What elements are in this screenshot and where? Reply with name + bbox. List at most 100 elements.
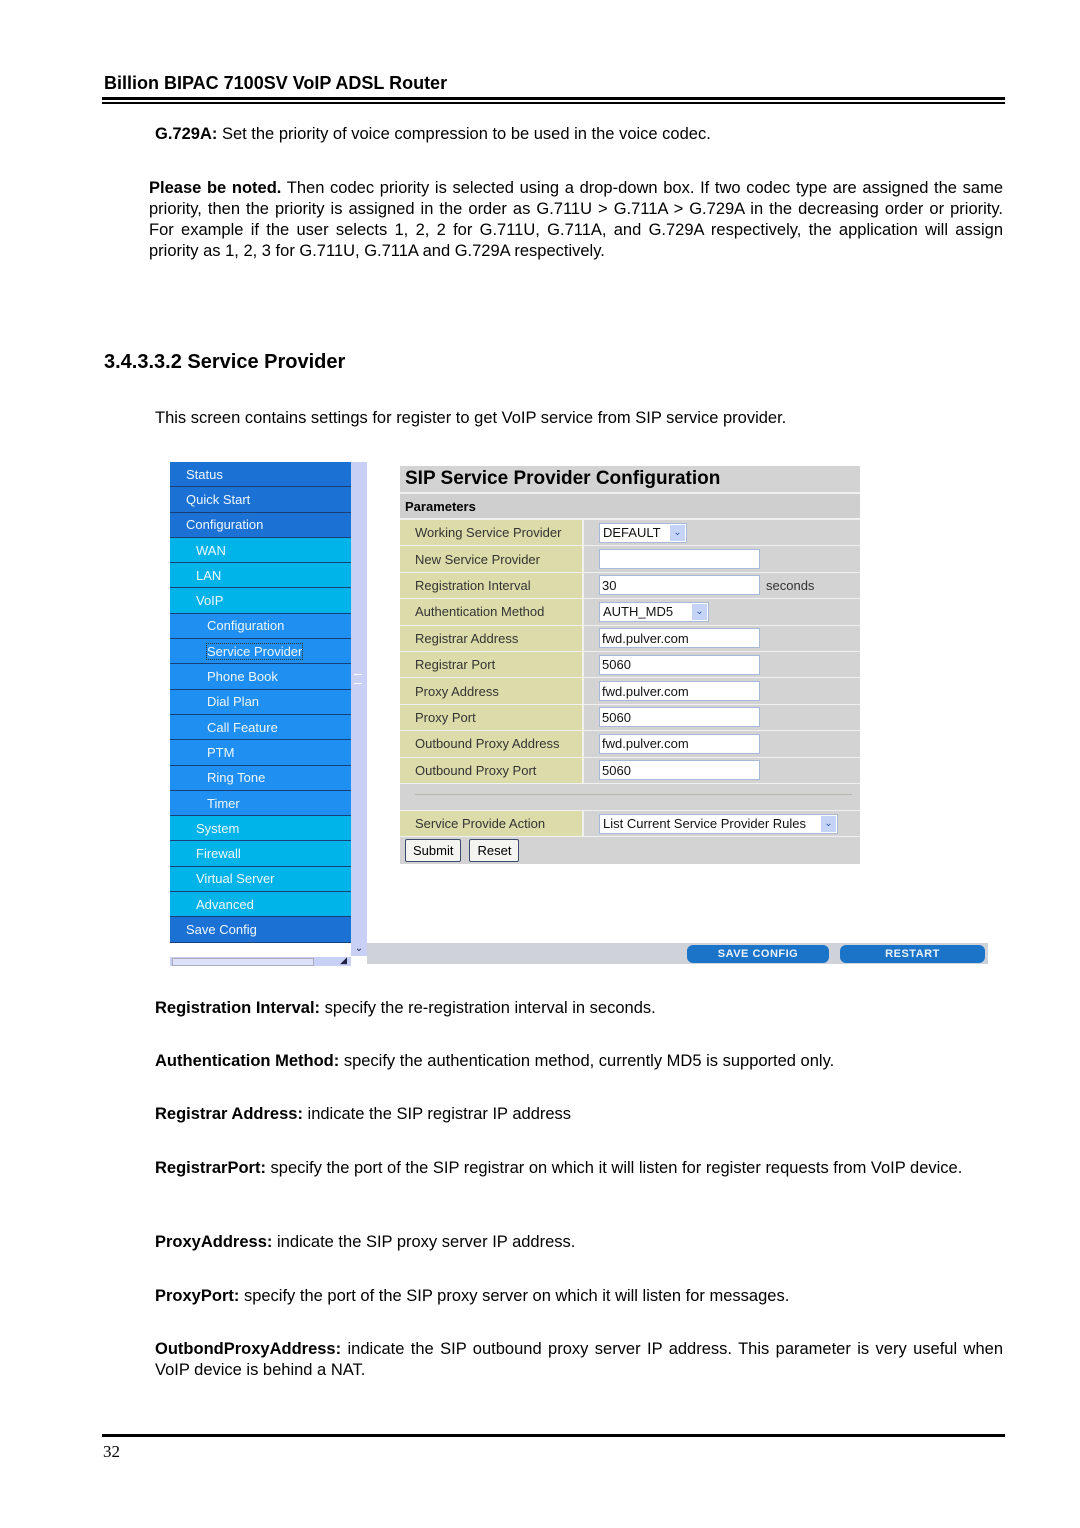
- sidebar-item-call-feature[interactable]: Call Feature: [170, 714, 351, 741]
- sidebar-item-ring-tone[interactable]: Ring Tone: [170, 765, 351, 791]
- term: G.729A:: [155, 125, 218, 143]
- term: Registration Interval:: [155, 999, 321, 1017]
- row-proxy-port: Proxy Port 5060: [400, 704, 860, 732]
- label: Proxy Port: [400, 704, 584, 731]
- sidebar-item-label: Timer: [207, 795, 240, 811]
- description-paragraph: OutbondProxyAddress: indicate the SIP ou…: [155, 1339, 1003, 1381]
- restart-button[interactable]: RESTART: [840, 945, 985, 963]
- page-number: 32: [103, 1442, 120, 1461]
- scroll-right-arrow-icon[interactable]: ◢: [340, 955, 347, 966]
- label: Outbound Proxy Port: [400, 757, 584, 783]
- separator-row: [400, 783, 860, 811]
- row-working-provider: Working Service Provider DEFAULT ⌄: [400, 520, 860, 547]
- sidebar-item-label: WAN: [196, 542, 226, 558]
- term: Registrar Address:: [155, 1105, 303, 1123]
- sidebar-item-status[interactable]: Status: [170, 462, 351, 488]
- label: Outbound Proxy Address: [400, 731, 584, 757]
- chevron-down-icon: ⌄: [692, 603, 707, 620]
- row-registrar-address: Registrar Address fwd.pulver.com: [400, 625, 860, 652]
- outbound-proxy-port-input[interactable]: 5060: [599, 760, 760, 781]
- sidebar-item-label: Ring Tone: [207, 770, 266, 786]
- form-buttons: Submit Reset: [400, 837, 860, 865]
- row-registration-interval: Registration Interval 30 seconds: [400, 572, 860, 600]
- submit-button[interactable]: Submit: [405, 839, 462, 863]
- vertical-scrollbar[interactable]: [351, 462, 367, 940]
- scroll-thumb[interactable]: [172, 958, 314, 966]
- description-paragraph: Authentication Method: specify the authe…: [155, 1051, 1005, 1072]
- scroll-down-arrow-icon[interactable]: ⌄: [351, 940, 367, 956]
- term: ProxyPort:: [155, 1287, 240, 1305]
- sidebar-item-label: Service Provider: [205, 642, 304, 660]
- header-rule-thin: [102, 102, 1005, 104]
- sidebar-item-configuration[interactable]: Configuration: [170, 512, 351, 538]
- working-provider-select[interactable]: DEFAULT ⌄: [599, 522, 687, 543]
- sidebar-item-label: Firewall: [196, 846, 241, 862]
- row-outbound-proxy-address: Outbound Proxy Address fwd.pulver.com: [400, 731, 860, 758]
- registrar-address-input[interactable]: fwd.pulver.com: [599, 628, 760, 649]
- sidebar-item-quick-start[interactable]: Quick Start: [170, 487, 351, 513]
- sidebar-item-label: Configuration: [186, 517, 264, 533]
- sidebar-item-virtual-server[interactable]: Virtual Server: [170, 866, 351, 893]
- label: Proxy Address: [400, 678, 584, 704]
- sidebar-item-firewall[interactable]: Firewall: [170, 841, 351, 867]
- sidebar-item-dial-plan[interactable]: Dial Plan: [170, 689, 351, 715]
- text: indicate the SIP proxy server IP address…: [272, 1233, 576, 1251]
- registration-interval-input[interactable]: 30: [599, 575, 760, 596]
- scroll-grip-icon: [354, 674, 362, 684]
- sidebar-item-service-provider[interactable]: Service Provider: [170, 639, 351, 665]
- label: Registrar Address: [400, 625, 584, 651]
- sidebar-item-configuration[interactable]: Configuration: [170, 613, 351, 640]
- sidebar-item-ptm[interactable]: PTM: [170, 740, 351, 766]
- row-outbound-proxy-port: Outbound Proxy Port 5060: [400, 757, 860, 784]
- text: specify the port of the SIP registrar on…: [265, 1159, 963, 1177]
- g729-paragraph: G.729A: Set the priority of voice compre…: [155, 124, 1005, 145]
- unit-label: seconds: [766, 577, 815, 593]
- description-paragraph: Registrar Address: indicate the SIP regi…: [155, 1104, 1005, 1125]
- label: Registration Interval: [400, 572, 584, 599]
- bottom-bar: SAVE CONFIG RESTART: [367, 943, 988, 964]
- row-proxy-address: Proxy Address fwd.pulver.com: [400, 678, 860, 705]
- row-auth-method: Authentication Method AUTH_MD5 ⌄: [400, 599, 860, 626]
- divider: [415, 793, 852, 795]
- sidebar-item-save-config[interactable]: Save Config: [170, 917, 351, 943]
- sidebar-item-timer[interactable]: Timer: [170, 790, 351, 817]
- value: DEFAULT: [603, 525, 661, 541]
- row-new-provider: New Service Provider: [400, 546, 860, 573]
- sidebar-item-phone-book[interactable]: Phone Book: [170, 664, 351, 690]
- chevron-down-icon: ⌄: [821, 815, 836, 832]
- sip-config-panel: SIP Service Provider Configuration Param…: [400, 466, 860, 865]
- registrar-port-input[interactable]: 5060: [599, 654, 760, 675]
- sidebar-item-voip[interactable]: VoIP: [170, 588, 351, 614]
- description-paragraph: Registration Interval: specify the re-re…: [155, 998, 1005, 1019]
- reset-button[interactable]: Reset: [469, 839, 520, 863]
- sidebar-item-label: System: [196, 820, 240, 836]
- text: Set the priority of voice compression to…: [217, 125, 711, 143]
- sidebar-item-label: Status: [186, 466, 223, 482]
- router-screenshot: Status Quick Start Configuration WAN LAN VoIP…: [170, 462, 988, 966]
- footer-rule: [102, 1434, 1005, 1437]
- proxy-port-input[interactable]: 5060: [599, 707, 760, 728]
- sidebar-item-system[interactable]: System: [170, 816, 351, 842]
- sidebar-item-label: Configuration: [207, 618, 285, 634]
- auth-method-select[interactable]: AUTH_MD5 ⌄: [599, 601, 709, 622]
- intro-paragraph: This screen contains settings for regist…: [155, 409, 787, 427]
- term: OutbondProxyAddress:: [155, 1340, 342, 1358]
- horizontal-scrollbar[interactable]: ◢: [170, 955, 351, 966]
- text: specify the port of the SIP proxy server…: [239, 1287, 790, 1305]
- label: Working Service Provider: [400, 520, 584, 546]
- proxy-address-input[interactable]: fwd.pulver.com: [599, 681, 760, 702]
- action-select[interactable]: List Current Service Provider Rules ⌄: [599, 813, 838, 834]
- new-provider-input[interactable]: [599, 549, 760, 570]
- save-config-button[interactable]: SAVE CONFIG: [687, 945, 829, 963]
- text: indicate the SIP registrar IP address: [302, 1105, 572, 1123]
- section-title: 3.4.3.3.2 Service Provider: [104, 351, 346, 373]
- sidebar-item-wan[interactable]: WAN: [170, 537, 351, 564]
- text: specify the re-registration interval in …: [320, 999, 656, 1017]
- term: RegistrarPort:: [155, 1159, 266, 1177]
- sidebar-item-label: VoIP: [196, 593, 224, 609]
- sidebar-item-label: Virtual Server: [196, 871, 275, 887]
- outbound-proxy-address-input[interactable]: fwd.pulver.com: [599, 733, 760, 754]
- sidebar-item-lan[interactable]: LAN: [170, 563, 351, 589]
- document-header: Billion BIPAC 7100SV VoIP ADSL Router: [104, 73, 448, 93]
- sidebar-item-advanced[interactable]: Advanced: [170, 892, 351, 918]
